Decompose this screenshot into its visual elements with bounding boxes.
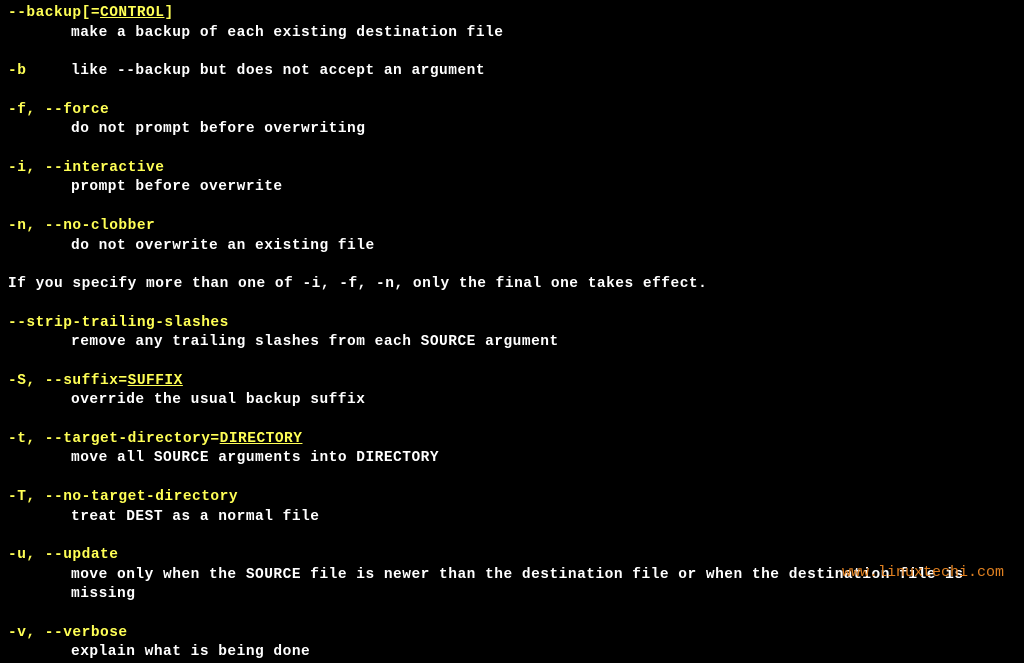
option-flag-prefix: --backup[= xyxy=(8,5,100,21)
option-description: move all SOURCE arguments into DIRECTORY xyxy=(8,449,1016,469)
option-flag-line: -S, --suffix=SUFFIX xyxy=(8,372,1016,392)
option-note: If you specify more than one of -i, -f, … xyxy=(8,275,1016,295)
option-flag-suffix: ] xyxy=(164,5,173,21)
option-flag: -i, --interactive xyxy=(8,159,1016,179)
option-notarget: -T, --no-target-directory treat DEST as … xyxy=(8,488,1016,527)
option-interactive: -i, --interactive prompt before overwrit… xyxy=(8,159,1016,198)
option-flag-line: -t, --target-directory=DIRECTORY xyxy=(8,430,1016,450)
option-flag-arg: DIRECTORY xyxy=(220,431,303,447)
option-description: do not prompt before overwriting xyxy=(8,120,1016,140)
option-description: prompt before overwrite xyxy=(8,178,1016,198)
option-description: do not overwrite an existing file xyxy=(8,237,1016,257)
option-flag-arg: SUFFIX xyxy=(128,373,183,389)
option-noclobber: -n, --no-clobber do not overwrite an exi… xyxy=(8,217,1016,256)
option-description: override the usual backup suffix xyxy=(8,391,1016,411)
option-suffix: -S, --suffix=SUFFIX override the usual b… xyxy=(8,372,1016,411)
option-description: explain what is being done xyxy=(8,643,1016,663)
option-flag-arg: CONTROL xyxy=(100,5,164,21)
option-target: -t, --target-directory=DIRECTORY move al… xyxy=(8,430,1016,469)
option-flag-prefix: -S, --suffix= xyxy=(8,373,128,389)
option-description: treat DEST as a normal file xyxy=(8,508,1016,528)
option-description: make a backup of each existing destinati… xyxy=(8,24,1016,44)
option-backup: --backup[=CONTROL] make a backup of each… xyxy=(8,4,1016,43)
option-verbose: -v, --verbose explain what is being done xyxy=(8,624,1016,663)
option-b: -b like --backup but does not accept an … xyxy=(8,62,1016,82)
option-flag: --strip-trailing-slashes xyxy=(8,314,1016,334)
option-flag-line: --backup[=CONTROL] xyxy=(8,4,1016,24)
watermark-text: www.linuxtechi.com xyxy=(842,563,1004,583)
option-flag: -n, --no-clobber xyxy=(8,217,1016,237)
option-description: like --backup but does not accept an arg… xyxy=(71,62,485,82)
option-flag: -T, --no-target-directory xyxy=(8,488,1016,508)
option-flag: -f, --force xyxy=(8,101,1016,121)
option-description: remove any trailing slashes from each SO… xyxy=(8,333,1016,353)
option-strip: --strip-trailing-slashes remove any trai… xyxy=(8,314,1016,353)
option-flag: -b xyxy=(8,62,71,82)
option-flag-prefix: -t, --target-directory= xyxy=(8,431,220,447)
option-force: -f, --force do not prompt before overwri… xyxy=(8,101,1016,140)
option-flag: -v, --verbose xyxy=(8,624,1016,644)
